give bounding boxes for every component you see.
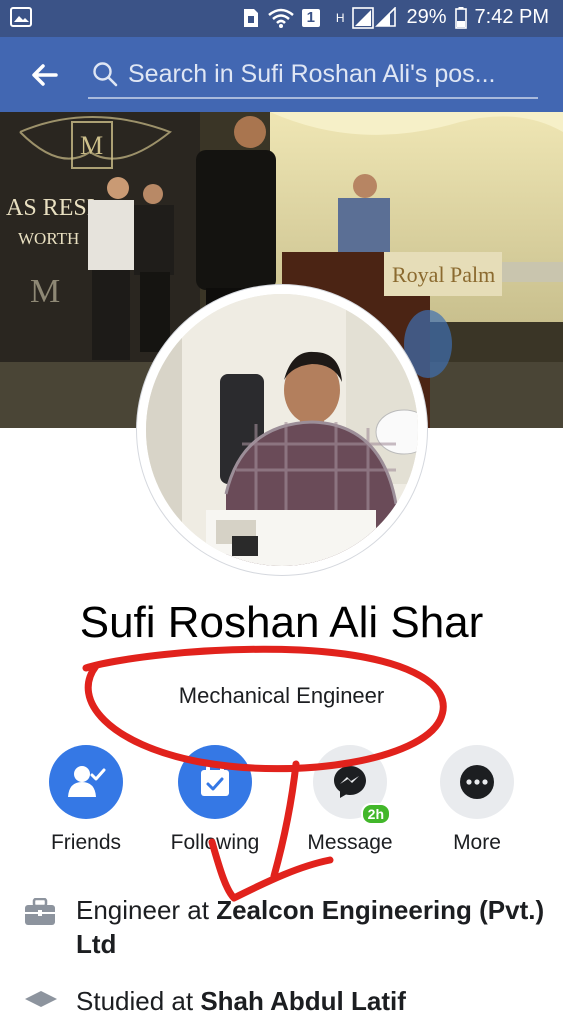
friends-button[interactable]: Friends	[26, 745, 146, 855]
sim-icon	[242, 7, 260, 29]
battery-percent: 29%	[406, 6, 447, 28]
work-info: Engineer at Zealcon Engineering (Pvt.) L…	[0, 893, 563, 961]
battery-icon	[454, 6, 467, 29]
message-time-badge: 2h	[360, 803, 391, 825]
svg-text:M: M	[30, 273, 60, 310]
following-label: Following	[170, 831, 260, 854]
message-label: Message	[307, 831, 393, 854]
signal-icon	[352, 6, 398, 29]
intro-section: Engineer at Zealcon Engineering (Pvt.) L…	[0, 893, 563, 1016]
more-icon	[440, 745, 514, 819]
profile-photo[interactable]	[137, 285, 427, 575]
following-button[interactable]: Following	[155, 745, 275, 855]
status-bar: 1 H 29% 7:42 PM	[0, 0, 563, 37]
cover-sign-text-1: AS RESI	[6, 195, 95, 221]
more-label: More	[453, 831, 501, 854]
gallery-icon	[10, 7, 32, 27]
more-button[interactable]: More	[417, 745, 537, 855]
search-icon	[92, 61, 118, 87]
app-bar: Search in Sufi Roshan Ali's pos...	[0, 37, 563, 112]
back-arrow-icon	[32, 64, 58, 86]
search-field[interactable]: Search in Sufi Roshan Ali's pos...	[88, 51, 538, 99]
data-indicator-icon: 1	[301, 8, 320, 27]
friends-label: Friends	[50, 831, 122, 854]
messenger-icon: 2h	[313, 745, 391, 825]
search-placeholder: Search in Sufi Roshan Ali's pos...	[128, 59, 496, 88]
profile-bio: Mechanical Engineer	[178, 683, 385, 708]
clock: 7:42 PM	[474, 6, 549, 28]
back-button[interactable]	[24, 57, 64, 93]
following-icon	[178, 745, 252, 819]
study-prefix: Studied at	[76, 986, 201, 1016]
message-button[interactable]: 2h Message	[290, 745, 410, 855]
network-type-label: H	[335, 10, 345, 25]
work-prefix: Engineer at	[76, 895, 217, 925]
briefcase-icon	[24, 897, 56, 934]
cover-sign-letter: M	[80, 131, 103, 160]
education-info: Studied at Shah Abdul Latif	[25, 986, 406, 1017]
wifi-icon	[268, 8, 294, 28]
cover-sign-text-2: WORTH	[18, 229, 79, 248]
cover-podium-text: Royal Palm	[392, 262, 495, 287]
profile-photo-image	[146, 294, 418, 566]
graduation-cap-icon	[24, 986, 58, 1017]
friends-icon	[49, 745, 123, 819]
profile-actions: Friends Following 2h Message More	[0, 745, 563, 865]
study-org-link[interactable]: Shah Abdul Latif	[200, 986, 406, 1016]
profile-name: Sufi Roshan Ali Shar	[79, 598, 484, 647]
